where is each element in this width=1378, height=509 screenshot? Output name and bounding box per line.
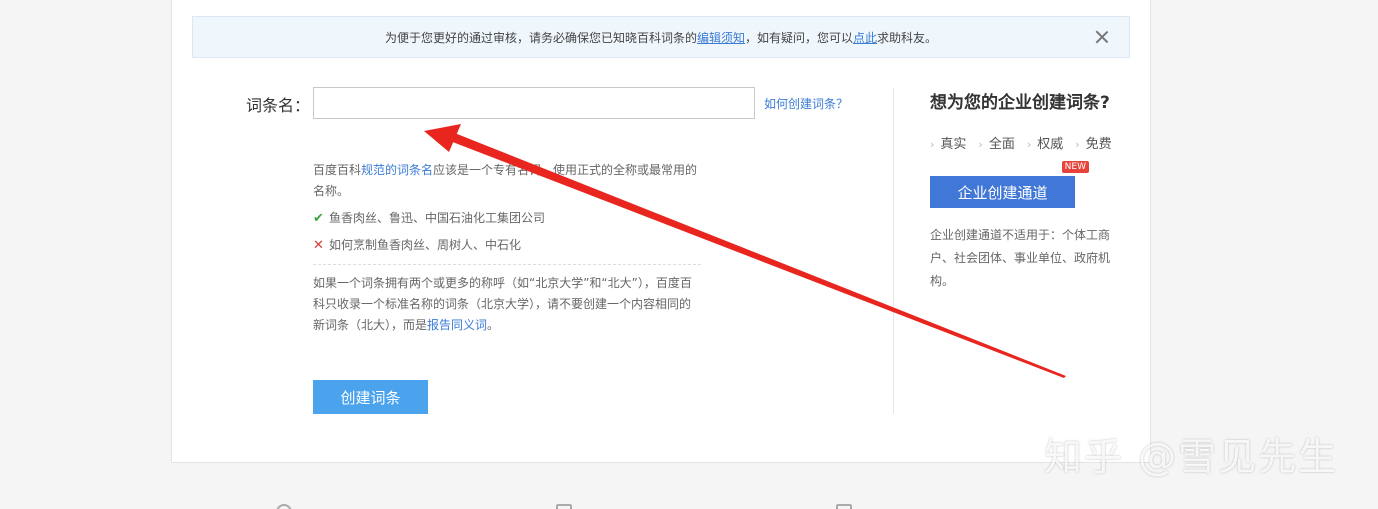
enterprise-panel: 想为您的企业创建词条? 真实 全面 权威 免费 企业创建通道 NEW 企业创建通… [930,88,1130,293]
enterprise-channel-button[interactable]: 企业创建通道 [930,176,1075,208]
standard-name-link[interactable]: 规范的词条名 [361,163,433,177]
good-example-text: 鱼香肉丝、鲁迅、中国石油化工集团公司 [329,211,546,225]
help-here-link[interactable]: 点此 [853,29,877,46]
bad-example-row: ✕ 如何烹制鱼香肉丝、周树人、中石化 [313,235,701,256]
tag-item: 权威 [1027,133,1063,152]
zhihu-watermark: 知乎 @雪见先生 [1044,435,1339,479]
enterprise-title: 想为您的企业创建词条? [930,93,1110,113]
footer-icon [556,504,572,509]
vertical-divider [893,88,894,414]
entry-name-input[interactable] [313,87,755,119]
footer-icon [276,504,292,509]
entry-name-label: 词条名： [246,96,311,115]
tips-text: 。 [487,318,500,332]
new-badge: NEW [1061,161,1089,173]
tag-item: 真实 [930,133,966,152]
tag-item: 全面 [978,133,1015,152]
create-entry-button[interactable]: 创建词条 [313,380,428,414]
notice-bar: 为便于您更好的通过审核，请务必确保您已知晓百科词条的 编辑须知 ，如有疑问，您可… [192,16,1130,58]
footer-icon [836,504,852,509]
create-entry-card: 为便于您更好的通过审核，请务必确保您已知晓百科词条的 编辑须知 ，如有疑问，您可… [171,0,1151,463]
good-example-row: ✔ 鱼香肉丝、鲁迅、中国石油化工集团公司 [313,208,701,229]
naming-tips: 百度百科规范的词条名应该是一个专有名词，使用正式的全称或最常用的名称。 ✔ 鱼香… [313,160,701,336]
tips-paragraph-1: 百度百科规范的词条名应该是一个专有名词，使用正式的全称或最常用的名称。 [313,160,701,202]
enterprise-button-wrap: 企业创建通道 NEW [930,161,1089,208]
enterprise-note: 企业创建通道不适用于：个体工商户、社会团体、事业单位、政府机构。 [930,228,1111,288]
notice-text-after: 求助科友。 [877,30,938,45]
close-icon[interactable] [1093,28,1111,46]
tips-divider [313,264,701,265]
bad-example-text: 如何烹制鱼香肉丝、周树人、中石化 [329,238,522,252]
notice-text-middle: ，如有疑问，您可以 [744,30,853,45]
how-to-create-link[interactable]: 如何创建词条？ [764,95,848,112]
cross-icon: ✕ [313,238,324,253]
tips-paragraph-2: 如果一个词条拥有两个或更多的称呼（如“北京大学”和“北大”），百度百科只收录一个… [313,273,701,336]
check-icon: ✔ [313,211,324,226]
edit-guide-link[interactable]: 编辑须知 [697,29,745,46]
tips-text: 如果一个词条拥有两个或更多的称呼（如“北京大学”和“北大”），百度百科只收录一个… [313,276,692,332]
report-synonym-link[interactable]: 报告同义词 [427,318,487,332]
notice-text-before: 为便于您更好的通过审核，请务必确保您已知晓百科词条的 [384,30,697,45]
tips-text: 百度百科 [313,163,362,177]
tag-item: 免费 [1075,133,1112,152]
enterprise-tags: 真实 全面 权威 免费 [930,133,1130,152]
footer-icons [0,500,1378,509]
